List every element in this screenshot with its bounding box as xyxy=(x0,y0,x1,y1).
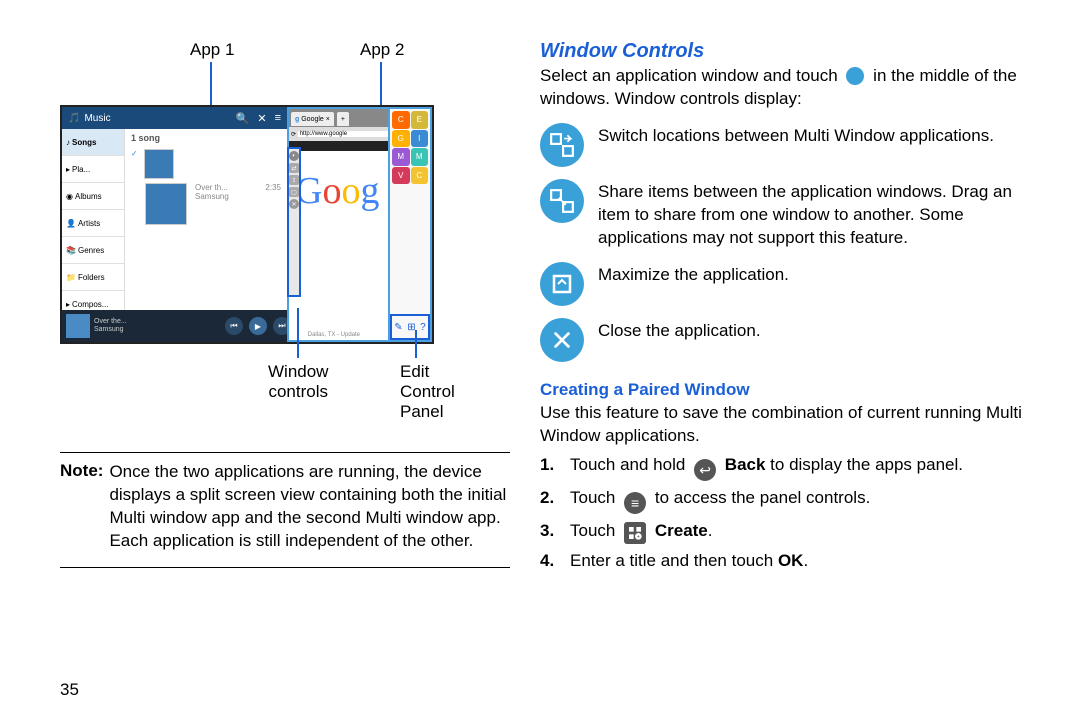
callout-line-app2 xyxy=(380,62,382,108)
step-4b: OK xyxy=(778,551,804,570)
share-items-icon xyxy=(540,179,584,223)
mw-maximize-icon: ▢ xyxy=(289,187,299,197)
song-thumb xyxy=(144,149,174,179)
svg-text:+: + xyxy=(637,535,640,541)
window-controls-bar: ◐ ⇄ ⇪ ▢ ✕ xyxy=(287,147,301,297)
back-icon: ↩ xyxy=(694,459,716,481)
switch-locations-icon xyxy=(540,123,584,167)
callout-app2: App 2 xyxy=(360,40,404,60)
maximize-icon xyxy=(540,262,584,306)
shuffle-icon: ✕ xyxy=(257,112,266,125)
tray-grid: CEGIMMVC xyxy=(390,109,430,186)
tray-app-gallery: G xyxy=(392,130,410,148)
switch-locations-text: Switch locations between Multi Window ap… xyxy=(598,123,994,148)
app-tray: CEGIMMVC ✎ ⊞ ? xyxy=(388,107,432,342)
paired-window-intro: Use this feature to save the combination… xyxy=(540,402,1030,448)
step-4a: Enter a title and then touch xyxy=(570,551,773,570)
callout-line-wc xyxy=(297,308,299,358)
callout-line-app1 xyxy=(210,62,212,108)
tray-bottom-bar: ✎ ⊞ ? xyxy=(390,314,430,340)
step-1c: to display the apps panel. xyxy=(770,455,963,474)
intro-text-1: Select an application window and touch xyxy=(540,66,838,85)
callout-app1: App 1 xyxy=(190,40,234,60)
heading-window-controls: Window Controls xyxy=(540,40,1030,63)
nav-songs: ♪Songs xyxy=(62,129,124,156)
music-player-bar: Over the... Samsung ⏮ ▶ ⏭ xyxy=(62,310,295,342)
tray-app-video: V xyxy=(392,167,410,185)
mw-close-icon: ✕ xyxy=(289,199,299,209)
song-count: 1 song xyxy=(125,129,287,147)
track-title: Over th... xyxy=(195,183,229,192)
note-label: Note: xyxy=(60,461,103,553)
player-title: Over the... xyxy=(94,318,127,326)
step-4-num: 4. xyxy=(540,550,570,573)
music-app-pane: 🎵 Music 🔍 ✕ ≡ ♪Songs ▸Pla... ◉Albums 👤Artis… xyxy=(62,107,287,342)
help-icon: ? xyxy=(420,322,426,333)
nav-playlists: ▸Pla... xyxy=(62,156,124,183)
mw-switch-icon: ⇄ xyxy=(289,163,299,173)
step-3-num: 3. xyxy=(540,520,570,544)
nav-genres: 📚Genres xyxy=(62,237,124,264)
step-1a: Touch and hold xyxy=(570,455,685,474)
callout-line-edit xyxy=(415,330,417,358)
tray-app-music: M xyxy=(392,148,410,166)
tray-app-email: E xyxy=(411,111,429,129)
step-3a: Touch xyxy=(570,521,615,540)
player-thumb xyxy=(66,314,90,338)
browser-footer: Dallas, TX - Update xyxy=(308,332,360,338)
step-1b: Back xyxy=(725,455,766,474)
maximize-text: Maximize the application. xyxy=(598,262,789,287)
step-2a: Touch xyxy=(570,488,615,507)
song-item: ✓ xyxy=(125,147,287,181)
mw-share-icon: ⇪ xyxy=(289,175,299,185)
step-3b: Create xyxy=(655,521,708,540)
step-1-num: 1. xyxy=(540,454,570,481)
hamburger-icon: ≡ xyxy=(624,492,646,514)
create-grid-icon: + xyxy=(624,522,646,544)
nav-albums: ◉Albums xyxy=(62,183,124,210)
tray-app-chaton: C xyxy=(392,111,410,129)
divider xyxy=(60,567,510,568)
handle-dot-icon xyxy=(846,67,864,85)
music-nav: ♪Songs ▸Pla... ◉Albums 👤Artists 📚Genres … xyxy=(62,129,125,310)
step-2-num: 2. xyxy=(540,487,570,514)
song-artwork xyxy=(145,183,187,225)
track-artist: Samsung xyxy=(195,192,229,201)
step-2b: to access the panel controls. xyxy=(655,488,870,507)
prev-icon: ⏮ xyxy=(225,317,243,335)
browser-url: http://www.google xyxy=(298,131,388,137)
heading-paired-window: Creating a Paired Window xyxy=(540,380,1030,400)
divider xyxy=(60,452,510,453)
browser-tab-label: Google xyxy=(301,116,324,123)
callout-window-controls: Window controls xyxy=(268,362,328,402)
track-duration: 2:35 xyxy=(265,183,281,225)
google-logo: Goog xyxy=(289,151,390,231)
tray-app-my files: M xyxy=(411,148,429,166)
menu-icon: ≡ xyxy=(275,112,281,125)
nav-artists: 👤Artists xyxy=(62,210,124,237)
pencil-icon: ✎ xyxy=(394,322,402,333)
song-row: Over th... Samsung 2:35 xyxy=(125,181,287,227)
music-icon: 🎵 xyxy=(68,113,80,124)
note-text: Once the two applications are running, t… xyxy=(109,461,510,553)
share-items-text: Share items between the application wind… xyxy=(598,179,1030,250)
tray-app-internet: I xyxy=(411,130,429,148)
close-app-text: Close the application. xyxy=(598,318,761,343)
search-icon: 🔍 xyxy=(236,112,250,125)
close-app-icon xyxy=(540,318,584,362)
music-title: Music xyxy=(84,113,110,124)
page-number: 35 xyxy=(60,680,79,700)
play-icon: ▶ xyxy=(249,317,267,335)
multi-window-screenshot: 🎵 Music 🔍 ✕ ≡ ♪Songs ▸Pla... ◉Albums 👤Artis… xyxy=(60,105,434,344)
player-artist: Samsung xyxy=(94,326,127,334)
mw-handle-icon: ◐ xyxy=(289,151,299,161)
nav-folders: 📁Folders xyxy=(62,264,124,291)
browser-app-pane: g Google ×+ ⟳ http://www.google Goog Dal… xyxy=(287,107,392,342)
callout-edit-panel: Edit Control Panel xyxy=(400,362,455,422)
tray-app-chrome: C xyxy=(411,167,429,185)
